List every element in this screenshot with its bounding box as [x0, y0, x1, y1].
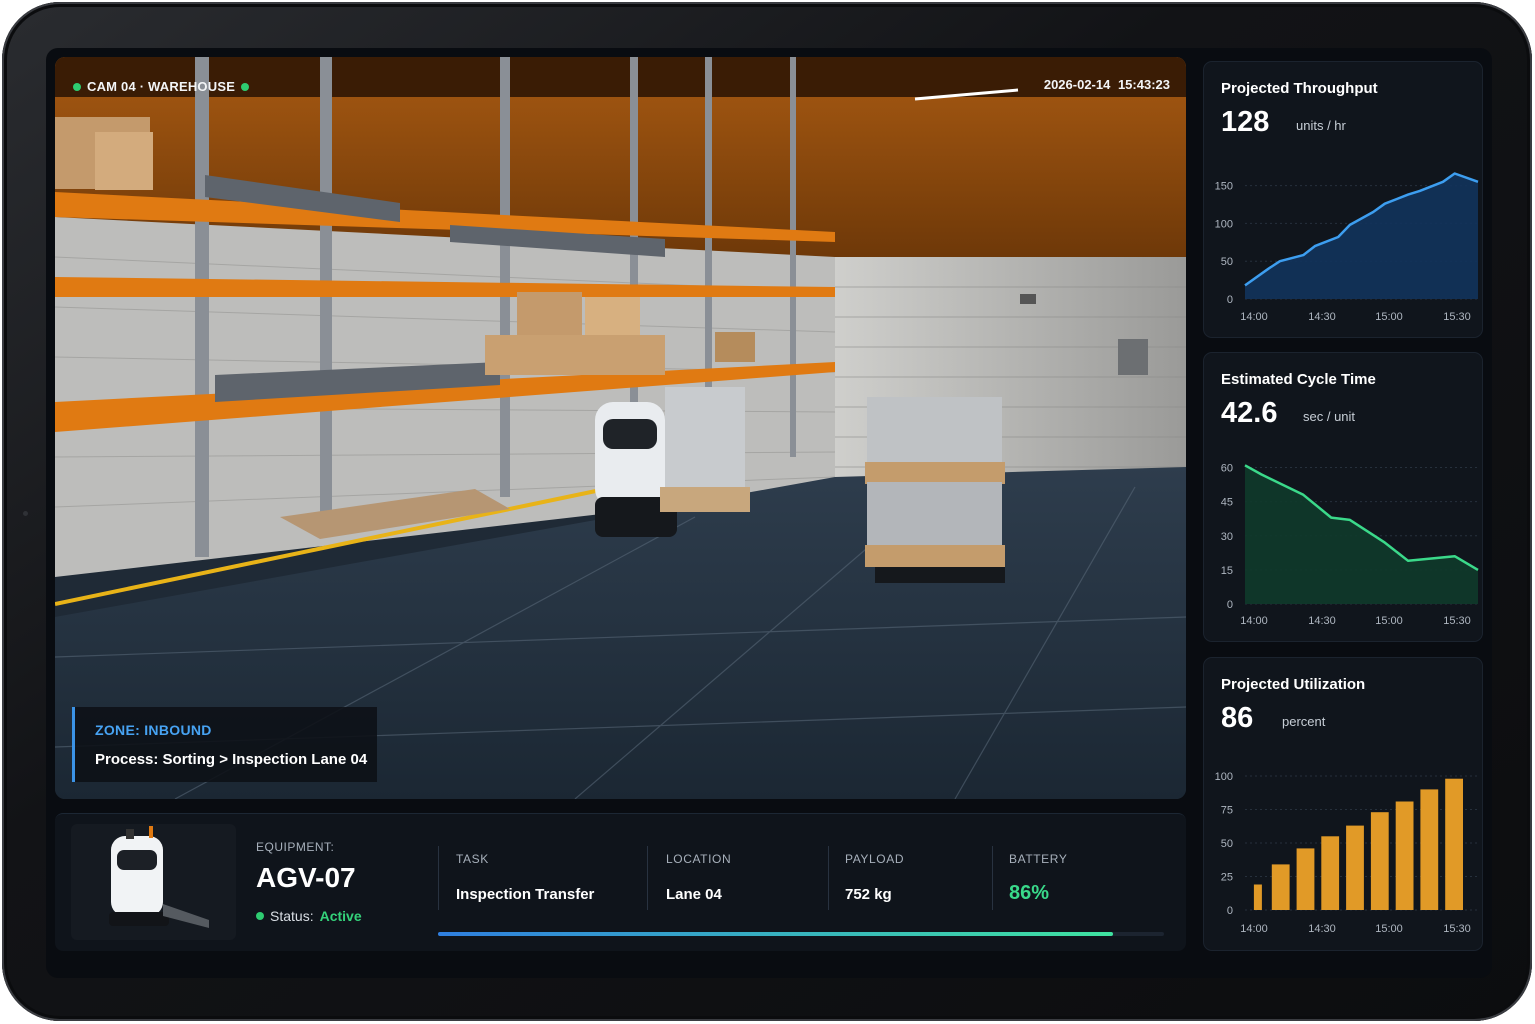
divider: [828, 846, 829, 910]
location-value: Lane 04: [666, 886, 722, 903]
utilization-bar: [1296, 848, 1315, 910]
y-tick-label: 0: [1227, 905, 1233, 917]
area-fill: [1245, 173, 1478, 299]
y-tick-label: 45: [1221, 497, 1233, 509]
y-tick-label: 30: [1221, 531, 1233, 543]
task-header: TASK: [456, 852, 489, 866]
utilization-bar: [1370, 812, 1389, 910]
equipment-label: EQUIPMENT:: [256, 840, 335, 854]
utilization-bar: [1346, 825, 1364, 910]
card-value: 86: [1221, 702, 1254, 734]
x-tick-label: 15:30: [1443, 923, 1471, 935]
x-tick-label: 15:00: [1375, 615, 1403, 627]
card-title: Projected Throughput: [1221, 80, 1378, 97]
x-tick-label: 14:30: [1308, 311, 1336, 323]
card-unit: units / hr: [1296, 118, 1346, 133]
cycle-time-card[interactable]: 0 15 30 45 60 14:00 14:30 15:00 15:30 Estimated …: [1203, 352, 1483, 642]
status-label: Status:: [270, 908, 314, 924]
task-value: Inspection Transfer: [456, 886, 595, 903]
card-value: 128: [1221, 106, 1270, 138]
card-unit: sec / unit: [1303, 409, 1356, 424]
status-value: Active: [319, 908, 362, 924]
y-tick-label: 100: [1215, 771, 1233, 783]
area-fill: [1245, 465, 1478, 604]
utilization-bar: [1445, 778, 1463, 910]
dashboard-screen: CAM 04 · WAREHOUSE 2026-02-14 15:43:23 Z…: [46, 48, 1492, 978]
throughput-card[interactable]: 0 50 100 150 14:00 14:30 15:00 15:30 Projected …: [1203, 61, 1483, 338]
card-title: Projected Utilization: [1221, 676, 1366, 693]
agv-robot-icon: [109, 826, 209, 928]
utilization-bar: [1253, 884, 1262, 910]
y-tick-label: 15: [1221, 565, 1233, 577]
utilization-bar: [1420, 789, 1439, 910]
y-tick-label: 25: [1221, 872, 1233, 884]
divider: [438, 846, 439, 910]
utilization-bar: [1395, 801, 1414, 910]
zone-process: Process: Sorting > Inspection Lane 04: [95, 751, 368, 768]
location-header: LOCATION: [666, 852, 732, 866]
camera-label-text: CAM 04 · WAREHOUSE: [87, 79, 236, 94]
x-tick-label: 15:00: [1375, 311, 1403, 323]
y-tick-label: 150: [1215, 181, 1233, 193]
x-tick-label: 14:30: [1308, 615, 1336, 627]
payload-header: PAYLOAD: [845, 852, 905, 866]
card-value: 42.6: [1221, 397, 1278, 429]
y-tick-label: 100: [1215, 218, 1233, 230]
battery-header: BATTERY: [1009, 852, 1068, 866]
front-camera: [23, 511, 28, 516]
zone-title: ZONE: INBOUND: [95, 722, 212, 738]
x-tick-label: 14:00: [1240, 311, 1268, 323]
zone-info-box: ZONE: INBOUND Process: Sorting > Inspect…: [72, 707, 377, 782]
utilization-card[interactable]: 0 25 50 75 100 14:00 14:30 15:00 15:30 Projected…: [1203, 657, 1483, 951]
task-progress-bar: [438, 932, 1164, 936]
throughput-chart: 0 50 100 150 14:00 14:30 15:00 15:30: [1215, 172, 1479, 323]
y-tick-label: 75: [1221, 805, 1233, 817]
recording-indicator-icon: [241, 82, 250, 91]
x-tick-label: 15:30: [1443, 311, 1471, 323]
battery-value: 86%: [1009, 882, 1050, 904]
live-indicator-icon: [73, 82, 81, 91]
y-tick-label: 60: [1221, 463, 1233, 475]
warehouse-scene: [55, 57, 1186, 799]
y-tick-label: 0: [1227, 294, 1233, 306]
x-tick-label: 14:00: [1240, 923, 1268, 935]
equipment-id: AGV-07: [256, 862, 356, 893]
x-tick-label: 15:00: [1375, 923, 1403, 935]
equipment-panel: EQUIPMENT: AGV-07 Status: Active TASK In…: [55, 813, 1186, 951]
divider: [992, 846, 993, 910]
task-progress-fill: [438, 932, 1114, 936]
utilization-bar: [1271, 864, 1290, 910]
card-unit: percent: [1282, 714, 1326, 729]
camera-feed[interactable]: CAM 04 · WAREHOUSE 2026-02-14 15:43:23 Z…: [55, 57, 1186, 799]
status-dot-icon: [256, 912, 264, 920]
y-tick-label: 50: [1221, 838, 1233, 850]
card-title: Estimated Cycle Time: [1221, 371, 1376, 388]
y-tick-label: 50: [1221, 256, 1233, 268]
tablet-frame: CAM 04 · WAREHOUSE 2026-02-14 15:43:23 Z…: [2, 2, 1532, 1021]
camera-label: CAM 04 · WAREHOUSE: [73, 79, 250, 94]
payload-value: 752 kg: [845, 886, 892, 903]
divider: [647, 846, 648, 910]
utilization-bar: [1321, 836, 1340, 910]
x-tick-label: 15:30: [1443, 615, 1471, 627]
equipment-status: Status: Active: [256, 908, 362, 924]
agv-thumbnail[interactable]: [71, 824, 236, 940]
x-tick-label: 14:00: [1240, 615, 1268, 627]
x-tick-label: 14:30: [1308, 923, 1336, 935]
y-tick-label: 0: [1227, 599, 1233, 611]
camera-timestamp: 2026-02-14 15:43:23: [1043, 77, 1170, 92]
